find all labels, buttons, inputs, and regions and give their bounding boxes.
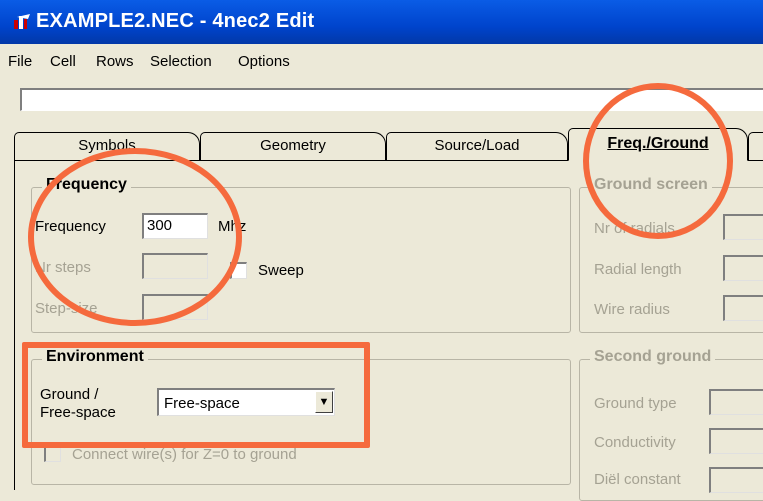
app-icon [14,14,30,29]
title-bar: EXAMPLE2.NEC - 4nec2 Edit [0,0,763,44]
stepsize-input[interactable] [142,294,208,320]
wire-radius-input[interactable] [723,295,763,321]
ground-type-select[interactable]: Free-space ▼ [157,388,335,416]
frequency-unit: Mhz [218,218,247,235]
tab-panel: Frequency Frequency 300 Mhz Nr steps Swe… [14,161,763,501]
nr-radials-label: Nr of radials [594,220,675,237]
menu-file[interactable]: File [8,53,32,70]
radial-length-input[interactable] [723,255,763,281]
sweep-label: Sweep [258,262,304,279]
connect-ground-checkbox[interactable] [44,445,61,462]
ground-type-label: Ground type [594,395,677,412]
radial-length-label: Radial length [594,261,682,278]
tab-source-load[interactable]: Source/Load [386,132,568,160]
conductivity-input[interactable] [709,428,763,454]
menu-selection[interactable]: Selection [150,53,212,70]
frequency-legend: Frequency [42,176,131,194]
frequency-input[interactable]: 300 [142,213,208,239]
ground-screen-group: Ground screen Nr of radials Radial lengt… [579,176,763,333]
nr-steps-label: Nr steps [35,259,91,276]
tab-freq-ground[interactable]: Freq./Ground [568,128,748,161]
menu-cell[interactable]: Cell [50,53,76,70]
conductivity-label: Conductivity [594,434,676,451]
menu-rows[interactable]: Rows [96,53,134,70]
dielectric-input[interactable] [709,467,763,493]
environment-group: Environment Ground / Free-space Free-spa… [31,348,571,485]
tab-strip: Symbols Geometry Source/Load Freq./Groun… [0,126,763,161]
ground-type-input[interactable] [709,389,763,415]
tab-symbols[interactable]: Symbols [14,132,200,160]
connect-ground-label: Connect wire(s) for Z=0 to ground [72,446,297,463]
dielectric-label: Diël constant [594,471,681,488]
command-input[interactable] [20,88,763,111]
ground-label-line1: Ground / [40,386,99,403]
ground-type-value: Free-space [164,395,240,412]
nr-steps-input[interactable] [142,253,208,279]
dropdown-arrow-icon[interactable]: ▼ [315,391,333,413]
wire-radius-label: Wire radius [594,301,670,318]
tab-next[interactable] [748,132,763,160]
ground-label-line2: Free-space [40,404,116,421]
environment-legend: Environment [42,348,148,366]
second-ground-group: Second ground Ground type Conductivity D… [579,348,763,501]
sweep-checkbox[interactable] [230,262,247,279]
frequency-group: Frequency Frequency 300 Mhz Nr steps Swe… [31,176,571,333]
menu-bar: File Cell Rows Selection Options [0,48,763,76]
ground-screen-legend: Ground screen [590,176,712,194]
frequency-label: Frequency [35,218,106,235]
menu-options[interactable]: Options [238,53,290,70]
tab-geometry[interactable]: Geometry [200,132,386,160]
second-ground-legend: Second ground [590,348,716,366]
stepsize-label: Step-size [35,300,98,317]
nr-radials-input[interactable] [723,214,763,240]
window-title: EXAMPLE2.NEC - 4nec2 Edit [36,10,315,32]
